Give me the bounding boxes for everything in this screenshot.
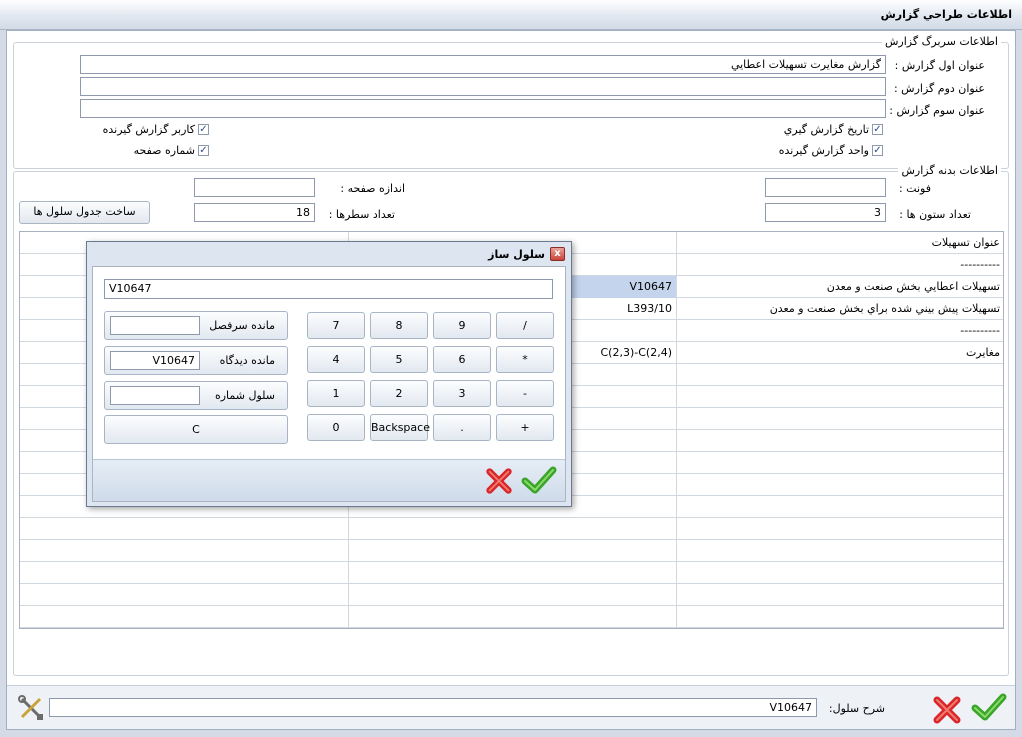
checkbox-report-user[interactable]: ✓ كاربر گزارش گيرنده	[103, 123, 209, 136]
key-3[interactable]: 3	[433, 380, 491, 407]
grid-row	[20, 584, 1003, 606]
grid-cell[interactable]: ----------	[677, 254, 1004, 276]
grid-cell[interactable]: مغايرت	[677, 342, 1004, 364]
checkbox-page-number[interactable]: ✓ شماره صفحه	[134, 144, 209, 157]
grid-row	[20, 562, 1003, 584]
footer-bar: V10647 شرح سلول:	[7, 685, 1015, 729]
check-icon: ✓	[198, 145, 209, 156]
cell-description-input[interactable]: V10647	[49, 698, 817, 717]
checkbox-page-number-label: شماره صفحه	[133, 144, 195, 157]
accept-icon[interactable]	[971, 692, 1007, 722]
columns-count-input[interactable]: 3	[765, 203, 886, 222]
checkbox-report-date[interactable]: ✓ تاريخ گزارش گيري	[784, 123, 883, 136]
rows-count-label: تعداد سطرها :	[328, 208, 395, 221]
account-balance-label: مانده سرفصل	[209, 319, 275, 332]
grid-row	[20, 606, 1003, 628]
key-add[interactable]: +	[496, 414, 554, 441]
columns-count-label: تعداد ستون ها :	[899, 208, 971, 221]
key-6[interactable]: 6	[433, 346, 491, 373]
key-9[interactable]: 9	[433, 312, 491, 339]
key-dot[interactable]: .	[433, 414, 491, 441]
grid-cell[interactable]: تسهيلات اعطايي بخش صنعت و معدن	[677, 276, 1004, 298]
accept-icon[interactable]	[521, 465, 557, 495]
window-titlebar: اطلاعات طراحي گزارش	[0, 0, 1022, 30]
clear-button[interactable]: C	[104, 415, 288, 444]
page-size-label: اندازه صفحه :	[340, 182, 405, 195]
key-2[interactable]: 2	[370, 380, 428, 407]
grid-row	[20, 540, 1003, 562]
title3-label: عنوان سوم گزارش :	[889, 104, 985, 117]
key-multiply[interactable]: *	[496, 346, 554, 373]
key-divide[interactable]: /	[496, 312, 554, 339]
cell-description-label: شرح سلول:	[828, 702, 885, 715]
key-4[interactable]: 4	[307, 346, 365, 373]
check-icon: ✓	[872, 124, 883, 135]
title1-label: عنوان اول گزارش :	[894, 59, 985, 72]
cell-number-button[interactable]: سلول شماره	[104, 381, 288, 410]
grid-cell[interactable]: عنوان تسهيلات	[677, 232, 1004, 254]
grid-row	[20, 518, 1003, 540]
grid-cell[interactable]: تسهيلات پيش بيني شده براي بخش صنعت و معد…	[677, 298, 1004, 320]
checkbox-report-unit-label: واحد گزارش گيرنده	[778, 144, 869, 157]
close-icon[interactable]: x	[550, 247, 565, 261]
cancel-icon[interactable]	[931, 694, 963, 726]
cell-number-input[interactable]	[110, 386, 200, 405]
title1-input[interactable]: گزارش مغايرت تسهيلات اعطايي	[80, 55, 886, 74]
key-0[interactable]: 0	[307, 414, 365, 441]
expression-input[interactable]: V10647	[104, 279, 553, 299]
cancel-icon[interactable]	[483, 466, 515, 496]
key-5[interactable]: 5	[370, 346, 428, 373]
key-subtract[interactable]: -	[496, 380, 554, 407]
title2-label: عنوان دوم گزارش :	[893, 82, 985, 95]
key-7[interactable]: 7	[307, 312, 365, 339]
rows-count-input[interactable]: 18	[194, 203, 315, 222]
grid-cell[interactable]: ----------	[677, 320, 1004, 342]
viewpoint-balance-input[interactable]: V10647	[110, 351, 200, 370]
check-icon: ✓	[872, 145, 883, 156]
viewpoint-balance-label: مانده ديدگاه	[219, 354, 275, 367]
account-balance-button[interactable]: مانده سرفصل	[104, 311, 288, 340]
dialog-action-bar	[93, 459, 565, 501]
title3-input[interactable]	[80, 99, 886, 118]
viewpoint-balance-button[interactable]: V10647 مانده ديدگاه	[104, 346, 288, 375]
key-1[interactable]: 1	[307, 380, 365, 407]
key-backspace[interactable]: Backspace	[370, 414, 430, 441]
tools-icon[interactable]	[17, 694, 45, 722]
body-info-legend: اطلاعات بدنه گزارش	[898, 164, 1001, 177]
checkbox-report-unit[interactable]: ✓ واحد گزارش گيرنده	[779, 144, 883, 157]
check-icon: ✓	[198, 124, 209, 135]
checkbox-report-date-label: تاريخ گزارش گيري	[783, 123, 869, 136]
dialog-title: سلول ساز	[488, 248, 545, 261]
key-8[interactable]: 8	[370, 312, 428, 339]
page-size-input[interactable]	[194, 178, 315, 197]
window-title: اطلاعات طراحي گزارش	[880, 8, 1012, 21]
dialog-body: V10647 مانده سرفصل V10647 مانده ديدگاه س…	[92, 266, 566, 502]
account-balance-input[interactable]	[110, 316, 200, 335]
cell-number-label: سلول شماره	[214, 389, 275, 402]
checkbox-report-user-label: كاربر گزارش گيرنده	[102, 123, 195, 136]
build-cell-table-button[interactable]: ساخت جدول سلول ها	[19, 201, 150, 224]
title2-input[interactable]	[80, 77, 886, 96]
font-input[interactable]	[765, 178, 886, 197]
cell-builder-dialog: سلول ساز x V10647 مانده سرفصل V10647 مان…	[86, 241, 572, 507]
font-label: فونت :	[898, 182, 931, 195]
header-info-legend: اطلاعات سربرگ گزارش	[881, 35, 1001, 48]
